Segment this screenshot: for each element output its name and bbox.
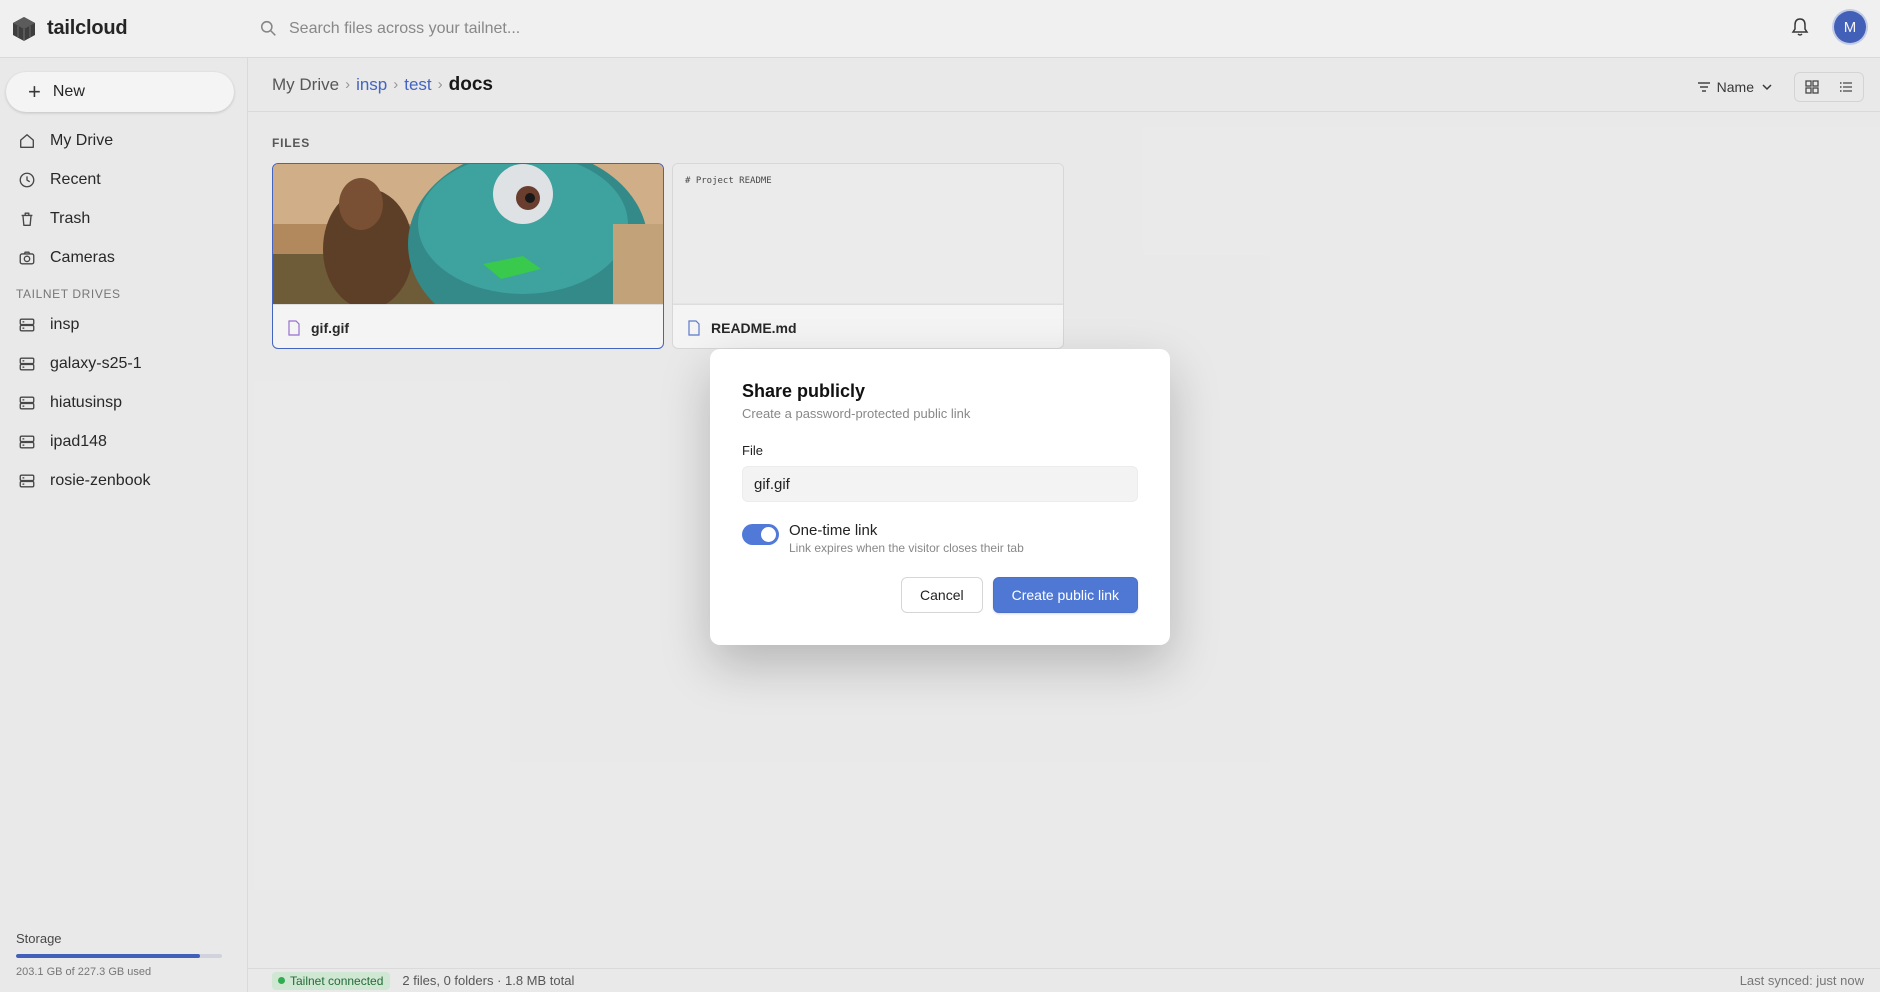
dialog-subtitle: Create a password-protected public link: [742, 406, 971, 421]
file-field-label: File: [742, 443, 763, 458]
one-time-link-row: One-time link Link expires when the visi…: [742, 522, 1138, 555]
create-public-link-button[interactable]: Create public link: [992, 577, 1138, 613]
share-dialog: Share publicly Create a password-protect…: [710, 349, 1170, 645]
one-time-link-toggle[interactable]: [742, 524, 779, 545]
dialog-title: Share publicly: [742, 381, 866, 401]
toggle-description: Link expires when the visitor closes the…: [789, 541, 1024, 555]
file-name-field[interactable]: [742, 466, 1138, 502]
cancel-button[interactable]: Cancel: [901, 577, 983, 613]
toggle-title: One-time link: [789, 522, 878, 539]
toggle-knob: [761, 527, 776, 542]
